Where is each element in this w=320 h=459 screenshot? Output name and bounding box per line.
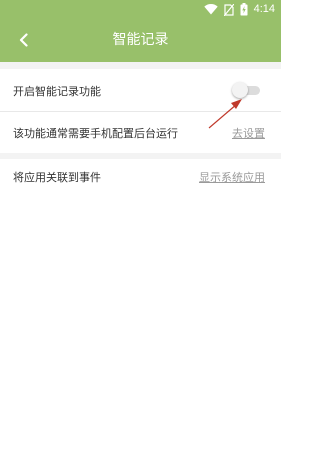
toggle-thumb[interactable] bbox=[232, 82, 248, 98]
section-gap bbox=[0, 62, 281, 69]
smart-record-toggle[interactable] bbox=[232, 82, 262, 98]
go-settings-link[interactable]: 去设置 bbox=[232, 125, 265, 141]
no-sim-icon bbox=[223, 3, 234, 16]
back-arrow-icon bbox=[18, 32, 30, 51]
wifi-icon bbox=[203, 4, 218, 15]
background-run-label: 该功能通常需要手机配置后台运行 bbox=[13, 127, 178, 140]
status-bar: 4:14 bbox=[0, 0, 281, 19]
status-time: 4:14 bbox=[253, 3, 275, 15]
back-button[interactable] bbox=[10, 27, 38, 55]
app-bar: 智能记录 bbox=[0, 19, 281, 62]
link-apps-row: 将应用关联到事件 显示系统应用 bbox=[0, 159, 281, 195]
show-system-apps-link[interactable]: 显示系统应用 bbox=[199, 169, 265, 185]
page-title: 智能记录 bbox=[112, 32, 169, 48]
link-apps-label: 将应用关联到事件 bbox=[13, 171, 101, 184]
background-run-row: 该功能通常需要手机配置后台运行 去设置 bbox=[0, 112, 281, 153]
battery-charging-icon bbox=[240, 3, 248, 16]
smart-record-label: 开启智能记录功能 bbox=[13, 85, 101, 98]
status-icons: 4:14 bbox=[203, 2, 275, 17]
